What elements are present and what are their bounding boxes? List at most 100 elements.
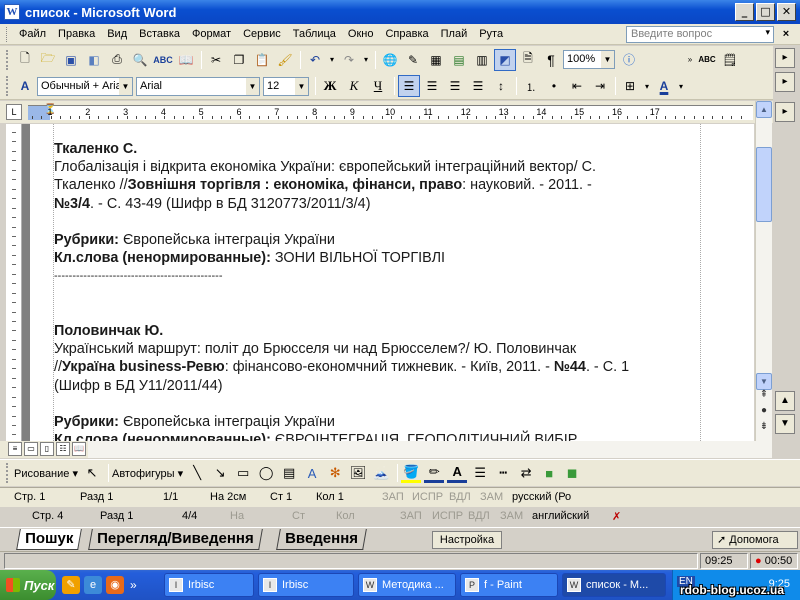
vertical-scrollbar[interactable]: ▲ ▼ ⇞ ● ⇟ <box>755 101 772 441</box>
increase-indent-icon[interactable]: ⇥ <box>589 75 611 97</box>
tab-view-output[interactable]: Перегляд/Виведення <box>88 529 263 550</box>
task-irbisc-1[interactable]: I Irbisc <box>164 573 254 597</box>
extra-toolbar-icon-3[interactable]: ▸ <box>775 102 795 122</box>
quick-launch-firefox-icon[interactable]: ◉ <box>106 576 124 594</box>
print-view-icon[interactable]: ▯ <box>40 442 54 456</box>
new-document-icon[interactable]: 🗋 <box>14 49 36 71</box>
extra-toolbar-icon[interactable]: ▸ <box>775 48 795 68</box>
minimize-button[interactable]: _ <box>735 3 754 21</box>
justify-icon[interactable]: ☰ <box>467 75 489 97</box>
draw-toolbar-grip[interactable] <box>6 463 10 483</box>
spelling-status-icon[interactable]: ✗ <box>612 510 621 523</box>
open-folder-icon[interactable]: 🗁 <box>37 49 59 71</box>
styles-pane-icon[interactable]: A <box>14 75 36 97</box>
drawing-icon[interactable]: ◩ <box>494 48 516 71</box>
line-color-icon[interactable]: ✏ <box>424 463 445 483</box>
decrease-indent-icon[interactable]: ⇤ <box>566 75 588 97</box>
format-painter-icon[interactable]: 🖌 <box>274 49 296 71</box>
select-browse-object-icon[interactable]: ● <box>756 403 772 419</box>
vertical-ruler[interactable] <box>6 124 22 441</box>
spelling-icon[interactable]: ABC <box>152 49 174 71</box>
help-dropdown-icon[interactable]: ▾ <box>765 27 770 38</box>
undo-icon[interactable]: ↶ <box>304 49 326 71</box>
font-select[interactable]: Arial ▼ <box>136 76 260 96</box>
hyperlink-icon[interactable]: 🌐 <box>379 49 401 71</box>
menu-view[interactable]: Вид <box>101 28 133 40</box>
start-button[interactable]: Пуск <box>0 570 56 600</box>
task-word-methodology[interactable]: W Методика ... <box>358 573 456 597</box>
next-page-icon[interactable]: ⇟ <box>756 419 772 435</box>
horizontal-ruler[interactable]: ⏳ 1 2 3 4 5 6 7 8 9 10 11 12 13 14 15 16 17 <box>28 105 753 120</box>
draw-menu-button[interactable]: Рисование ▾ <box>14 467 78 480</box>
menu-grip[interactable] <box>6 26 9 42</box>
rectangle-icon[interactable]: ▭ <box>233 463 253 483</box>
font-dropdown-icon[interactable]: ▼ <box>246 77 259 95</box>
tab-search[interactable]: Пошук <box>16 529 83 550</box>
redo-dropdown-icon[interactable]: ▾ <box>361 49 371 71</box>
insert-table-icon[interactable]: ▦ <box>425 49 447 71</box>
document-close-icon[interactable]: × <box>778 28 794 40</box>
menu-format[interactable]: Формат <box>186 28 237 40</box>
document-map-icon[interactable]: 🗎 <box>517 49 539 71</box>
text-box-icon[interactable]: ▤ <box>279 463 299 483</box>
task-paint[interactable]: Pf - Paint <box>460 573 558 597</box>
close-button[interactable]: ✕ <box>777 3 796 21</box>
permission-icon[interactable]: ◧ <box>83 49 105 71</box>
side-scroll-down-icon[interactable]: ▼ <box>775 414 795 434</box>
menu-insert[interactable]: Вставка <box>133 28 186 40</box>
menu-edit[interactable]: Правка <box>52 28 101 40</box>
cut-icon[interactable]: ✂ <box>205 49 227 71</box>
help-icon[interactable]: ⓘ <box>618 49 640 71</box>
title-bar[interactable]: W список - Microsoft Word _ □ ✕ <box>0 0 800 24</box>
previous-page-icon[interactable]: ⇞ <box>756 387 772 403</box>
taskbar-expand-icon[interactable]: » <box>130 578 137 592</box>
doc-icon[interactable]: 🗒 <box>719 49 741 71</box>
bullets-icon[interactable]: • <box>543 75 565 97</box>
status-ext[interactable]: ВДЛ <box>449 491 471 503</box>
research-icon[interactable]: 📖 <box>175 49 197 71</box>
select-objects-icon[interactable]: ↖ <box>82 463 102 483</box>
status-rec[interactable]: ЗАП <box>382 491 404 503</box>
menu-window[interactable]: Окно <box>342 28 380 40</box>
save-icon[interactable]: ▣ <box>60 49 82 71</box>
dash-style-icon[interactable]: ┅ <box>493 463 513 483</box>
print-preview-icon[interactable]: 🔍 <box>129 49 151 71</box>
font-size-select[interactable]: 12 ▼ <box>263 76 309 96</box>
align-left-icon[interactable]: ☰ <box>398 75 420 97</box>
toolbar-grip[interactable] <box>6 49 10 70</box>
align-right-icon[interactable]: ☰ <box>444 75 466 97</box>
outline-view-icon[interactable]: ☷ <box>56 442 70 456</box>
3d-style-icon[interactable]: ◼ <box>562 463 582 483</box>
line-style-icon[interactable]: ☰ <box>470 463 490 483</box>
spell-check-icon[interactable]: ABC <box>696 49 718 71</box>
help-question-input[interactable]: Введите вопрос ▾ <box>626 25 774 43</box>
style-dropdown-icon[interactable]: ▼ <box>119 77 132 95</box>
line-spacing-icon[interactable]: ↕ <box>490 75 512 97</box>
picture-icon[interactable]: 🗻 <box>371 463 391 483</box>
toolbar-options-icon[interactable]: » <box>685 49 695 71</box>
task-word-spysok[interactable]: Wсписок - М... <box>562 573 666 597</box>
bold-button[interactable]: Ж <box>319 75 341 97</box>
clip-art-icon[interactable]: 🖼 <box>348 463 368 483</box>
autoshapes-menu-button[interactable]: Автофигуры ▾ <box>112 467 183 480</box>
font-size-dropdown-icon[interactable]: ▼ <box>295 77 308 95</box>
style-select[interactable]: Обычный + Aria ▼ <box>37 76 133 96</box>
task-irbisc-2[interactable]: I Irbisc <box>258 573 354 597</box>
redo-icon[interactable]: ↷ <box>338 49 360 71</box>
menu-plai[interactable]: Плай <box>435 28 474 40</box>
numbering-icon[interactable]: ⒈ <box>520 75 542 97</box>
side-scroll-up-icon[interactable]: ▲ <box>775 391 795 411</box>
underline-button[interactable]: Ч <box>367 75 389 97</box>
menu-ruta[interactable]: Рута <box>473 28 509 40</box>
vertical-scroll-thumb[interactable] <box>756 147 772 222</box>
show-hide-paragraph-icon[interactable]: ¶ <box>540 49 562 71</box>
borders-icon[interactable]: ⊞ <box>619 75 641 97</box>
borders-dropdown-icon[interactable]: ▾ <box>642 75 652 97</box>
italic-button[interactable]: К <box>343 75 365 97</box>
quick-launch-app-icon[interactable]: ✎ <box>62 576 80 594</box>
menu-file[interactable]: Файл <box>13 28 52 40</box>
quick-launch-ie-icon[interactable]: e <box>84 576 102 594</box>
web-view-icon[interactable]: ▭ <box>24 442 38 456</box>
status-trk[interactable]: ИСПР <box>412 491 443 503</box>
normal-view-icon[interactable]: ≡ <box>8 442 22 456</box>
